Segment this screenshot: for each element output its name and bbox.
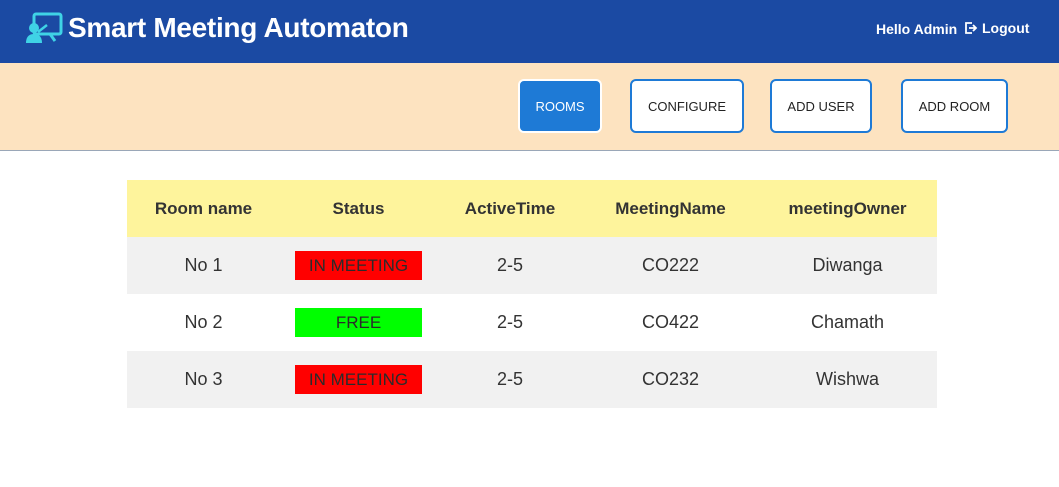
configure-button[interactable]: CONFIGURE (630, 79, 744, 133)
top-header: Smart Meeting Automaton Hello Admin Logo… (0, 0, 1059, 63)
cell-room-name: No 2 (184, 312, 223, 332)
cell-status: IN MEETING (280, 351, 437, 408)
rooms-table: Room name Status ActiveTime MeetingName … (127, 180, 937, 408)
table-header-row: Room name Status ActiveTime MeetingName … (127, 180, 937, 237)
cell-active-time: 2-5 (437, 351, 583, 408)
cell-active-time: 2-5 (437, 237, 583, 294)
col-header-meeting-name: MeetingName (583, 180, 758, 237)
cell-meeting-name: CO422 (641, 312, 700, 332)
table-row: No 3 IN MEETING 2-5 CO232 Wishwa (127, 351, 937, 408)
add-room-button[interactable]: ADD ROOM (901, 79, 1008, 133)
cell-room-name: No 3 (127, 351, 280, 408)
cell-active-time: 2-5 (496, 312, 523, 332)
cell-meeting-name: CO232 (583, 351, 758, 408)
cell-status: IN MEETING (280, 237, 437, 294)
table-row: No 1 IN MEETING 2-5 CO222 Diwanga (127, 237, 937, 294)
logout-label: Logout (982, 20, 1030, 36)
status-badge: IN MEETING (295, 251, 422, 280)
greeting-text: Hello Admin (876, 21, 958, 37)
col-header-active-time: ActiveTime (437, 180, 583, 237)
col-header-meeting-owner: meetingOwner (758, 180, 937, 237)
status-badge: FREE (295, 308, 422, 337)
brand: Smart Meeting Automaton (25, 12, 409, 44)
presentation-board-icon (26, 12, 63, 43)
logout-icon (965, 22, 978, 34)
col-header-room-name: Room name (127, 180, 280, 237)
add-user-button[interactable]: ADD USER (770, 79, 872, 133)
table-row: No 2 FREE 2-5 CO422 Chamath (127, 294, 937, 351)
logout-link[interactable]: Logout (964, 20, 1029, 36)
col-header-status: Status (280, 180, 437, 237)
cell-meeting-owner: Chamath (810, 312, 885, 332)
rooms-button[interactable]: ROOMS (518, 79, 602, 133)
status-badge: IN MEETING (295, 365, 422, 394)
nav-bar: ROOMS CONFIGURE ADD USER ADD ROOM (0, 63, 1059, 151)
cell-meeting-owner: Diwanga (758, 237, 937, 294)
cell-meeting-name: CO222 (583, 237, 758, 294)
cell-status: FREE (280, 294, 437, 351)
app-title: Smart Meeting Automaton (68, 12, 409, 43)
cell-meeting-owner: Wishwa (758, 351, 937, 408)
cell-room-name: No 1 (127, 237, 280, 294)
